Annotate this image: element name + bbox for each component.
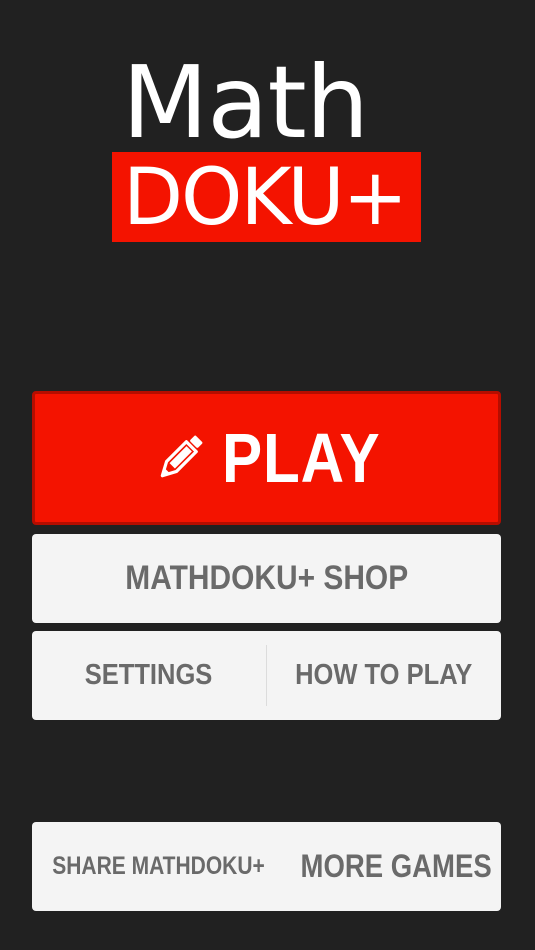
- logo-math-text: Math: [122, 44, 369, 161]
- play-label: PLAY: [221, 419, 380, 497]
- settings-label: SETTINGS: [85, 659, 213, 691]
- how-to-play-button[interactable]: HOW TO PLAY: [267, 631, 501, 720]
- more-games-label: MORE GAMES: [300, 848, 492, 884]
- share-label: SHARE MATHDOKU+: [52, 852, 265, 880]
- share-button[interactable]: SHARE MATHDOKU+: [32, 822, 285, 911]
- play-button[interactable]: PLAY: [32, 391, 501, 525]
- pencil-icon: [160, 435, 202, 478]
- how-to-play-label: HOW TO PLAY: [295, 659, 473, 691]
- logo-doku-text: DOKU+: [123, 153, 408, 242]
- more-games-button[interactable]: MORE GAMES: [285, 822, 507, 911]
- settings-button[interactable]: SETTINGS: [32, 631, 266, 720]
- shop-button[interactable]: MATHDOKU+ SHOP: [32, 534, 501, 623]
- share-more-row: SHARE MATHDOKU+ MORE GAMES: [32, 822, 501, 911]
- logo-doku-badge: DOKU+: [112, 152, 421, 242]
- shop-label: MATHDOKU+ SHOP: [125, 559, 408, 597]
- settings-howto-row: SETTINGS HOW TO PLAY: [32, 631, 501, 720]
